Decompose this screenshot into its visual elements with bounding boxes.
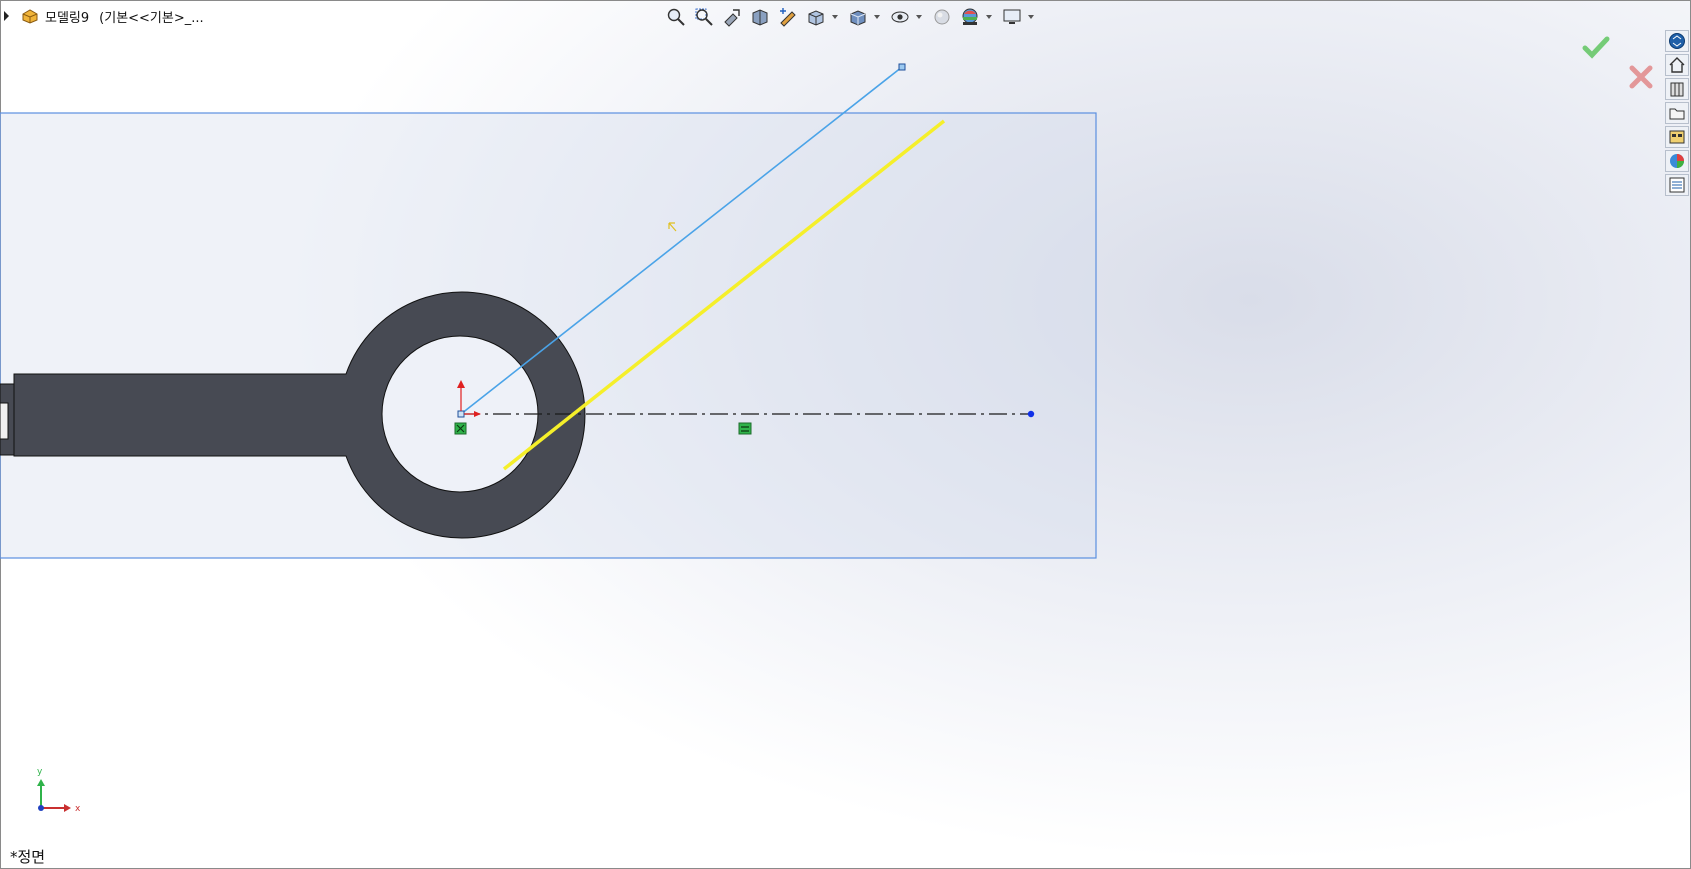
home-icon[interactable] [1665,54,1689,76]
horizontal-relation-badge[interactable] [738,422,752,435]
edit-appearance-icon[interactable] [930,5,954,29]
checkmark-icon [1582,36,1610,59]
origin-point[interactable] [457,410,465,418]
file-explorer-icon[interactable] [1665,102,1689,124]
triad-y-head [37,779,45,786]
heads-up-view-toolbar [664,4,1038,30]
custom-properties-icon[interactable] [1665,174,1689,196]
apply-scene-icon[interactable] [958,5,982,29]
zoom-to-area-icon[interactable] [692,5,716,29]
previous-view-icon[interactable] [720,5,744,29]
hide-show-items-icon[interactable] [888,5,912,29]
view-orientation-icon[interactable] [804,5,828,29]
design-library-icon[interactable] [1665,78,1689,100]
close-icon [1629,65,1653,89]
display-style-dropdown-icon[interactable] [874,15,880,19]
expand-arrow-icon[interactable] [4,11,9,21]
zoom-to-fit-icon[interactable] [664,5,688,29]
feature-tree-flyout[interactable]: 모델링9 (기본<<기본>_... [4,5,204,27]
dynamic-annotation-icon[interactable] [776,5,800,29]
apply-scene-dropdown-icon[interactable] [986,15,992,19]
view-settings-dropdown-icon[interactable] [1028,15,1034,19]
display-style-icon[interactable] [846,5,870,29]
view-orientation-dropdown-icon[interactable] [832,15,838,19]
hide-show-items-dropdown-icon[interactable] [916,15,922,19]
accept-button[interactable] [1580,32,1612,64]
cancel-button[interactable] [1625,61,1657,93]
triad-x-label: x [75,804,81,814]
section-view-icon[interactable] [748,5,772,29]
triad-origin [38,805,44,811]
appearances-icon[interactable] [1665,150,1689,172]
document-name: 모델링9 [45,10,90,26]
task-pane-tabs [1665,30,1691,196]
solidworks-resources-icon[interactable] [1665,30,1689,52]
triad-y-label: y [37,767,43,777]
part-icon [22,9,38,24]
view-settings-icon[interactable] [1000,5,1024,29]
sketch-canvas[interactable]: y x [0,0,1691,869]
view-orientation-label: *정면 [10,848,46,866]
view-palette-icon[interactable] [1665,126,1689,148]
document-config: (기본<<기본>_... [99,10,204,26]
triad-x-head [64,804,71,812]
part-arm-tip [0,402,9,440]
centerline-endpoint[interactable] [1027,410,1035,418]
sketch-line-endpoint[interactable] [898,63,906,71]
